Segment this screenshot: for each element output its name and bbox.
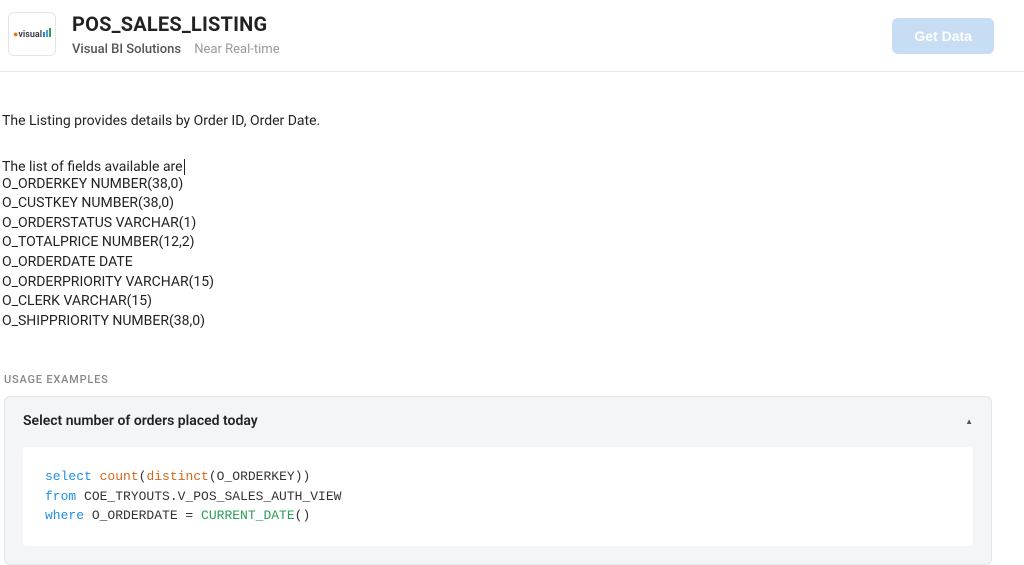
field-item: O_CLERK VARCHAR(15): [2, 292, 1022, 312]
field-item: O_TOTALPRICE NUMBER(12,2): [2, 233, 1022, 253]
page-title: POS_SALES_LISTING: [72, 12, 994, 36]
example-title: Select number of orders placed today: [23, 413, 258, 429]
sql-code-block: select count(distinct(O_ORDERKEY)) from …: [23, 447, 973, 546]
provider-logo: ●visual: [8, 12, 56, 56]
freshness-label: Near Real-time: [194, 42, 279, 57]
fields-intro: The list of fields available are: [2, 159, 185, 175]
example-header[interactable]: Select number of orders placed today ▲: [23, 413, 973, 429]
usage-examples-label: USAGE EXAMPLES: [4, 373, 1022, 386]
subtitle-row: Visual BI Solutions Near Real-time: [72, 42, 994, 57]
field-item: O_CUSTKEY NUMBER(38,0): [2, 194, 1022, 214]
field-item: O_ORDERKEY NUMBER(38,0): [2, 175, 1022, 195]
title-area: POS_SALES_LISTING Visual BI Solutions Ne…: [72, 12, 994, 57]
field-item: O_ORDERSTATUS VARCHAR(1): [2, 214, 1022, 234]
listing-description: The Listing provides details by Order ID…: [2, 112, 1022, 132]
logo-bars-icon: [43, 28, 51, 37]
field-item: O_SHIPPRIORITY NUMBER(38,0): [2, 312, 1022, 332]
listing-content: The Listing provides details by Order ID…: [0, 72, 1024, 565]
field-item: O_ORDERDATE DATE: [2, 253, 1022, 273]
listing-header: ●visual POS_SALES_LISTING Visual BI Solu…: [0, 0, 1024, 72]
get-data-button[interactable]: Get Data: [892, 18, 994, 54]
fields-list: O_ORDERKEY NUMBER(38,0) O_CUSTKEY NUMBER…: [2, 175, 1022, 332]
provider-name: Visual BI Solutions: [72, 42, 181, 57]
fields-block: The list of fields available are O_ORDER…: [2, 156, 1022, 332]
example-panel: Select number of orders placed today ▲ s…: [4, 396, 992, 565]
logo-text: ●visual: [13, 28, 51, 40]
field-item: O_ORDERPRIORITY VARCHAR(15): [2, 273, 1022, 293]
collapse-caret-icon: ▲: [965, 417, 973, 426]
